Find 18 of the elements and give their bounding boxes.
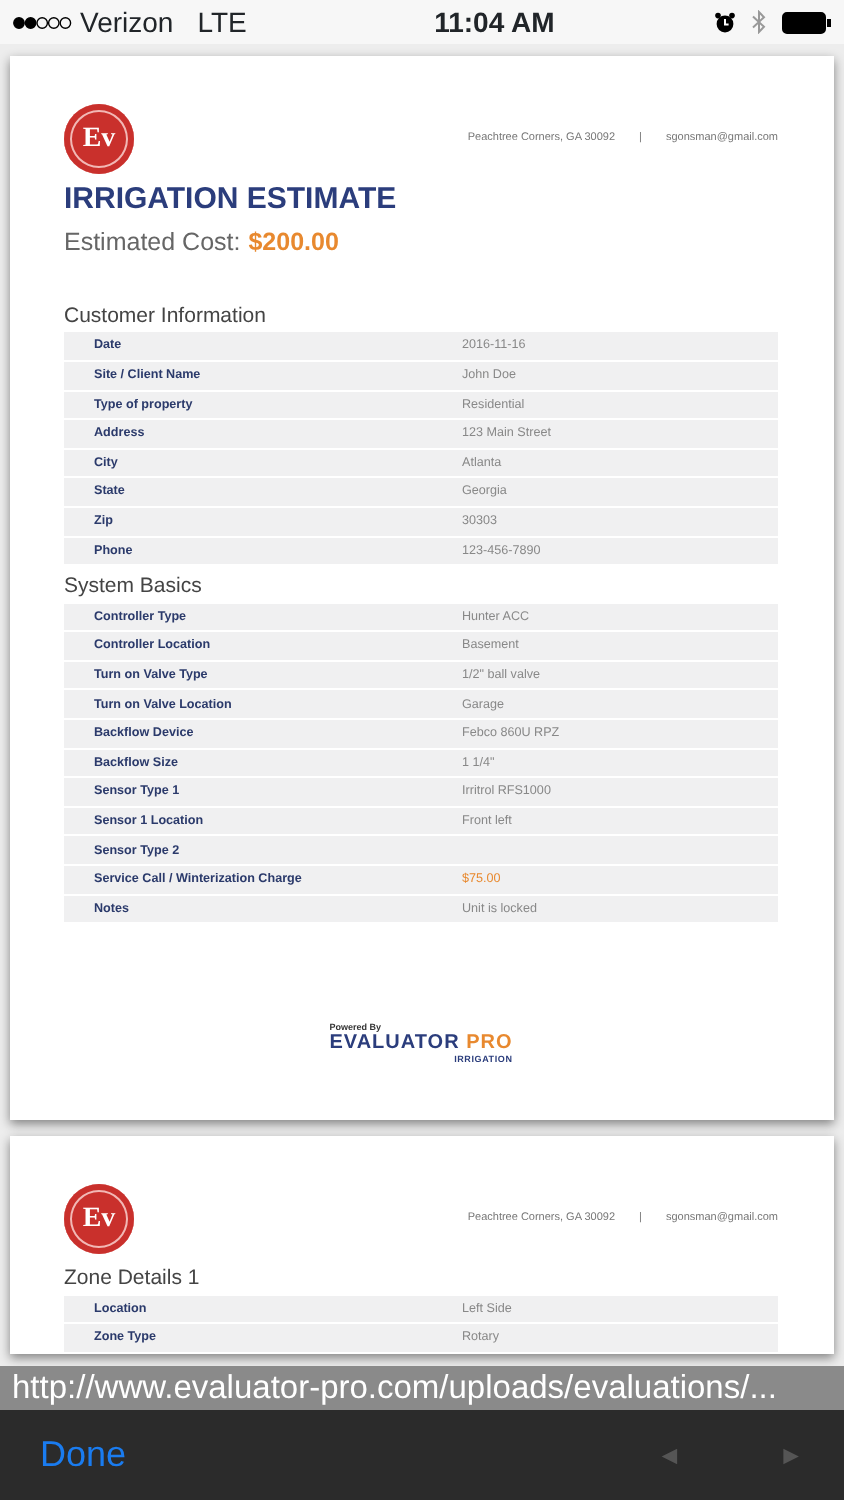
- section-heading: System Basics: [64, 574, 204, 600]
- document-title: IRRIGATION ESTIMATE: [64, 182, 399, 218]
- alarm-clock-icon: [714, 11, 736, 33]
- signal-icon: [12, 15, 72, 29]
- url-bar: http://www.evaluator-pro.com/uploads/evaluations/...: [0, 1366, 844, 1410]
- bluetooth-icon: [752, 10, 766, 34]
- cost-label: Estimated Cost:: [64, 226, 241, 260]
- cost-value: $200.00: [248, 226, 339, 260]
- logo-badge: Ev: [64, 104, 134, 174]
- network-type: LTE: [197, 3, 247, 41]
- brand-logo-text: EVALUATOR PRO: [329, 1034, 513, 1055]
- section-heading: Customer Information: [64, 303, 268, 329]
- status-time: 11:04 AM: [434, 3, 555, 41]
- logo-badge: Ev: [64, 1184, 134, 1254]
- done-button[interactable]: Done: [40, 1428, 127, 1482]
- battery-icon: [782, 11, 832, 33]
- carrier-name: Verizon: [80, 3, 174, 41]
- section-heading: Zone Details 1: [64, 1266, 202, 1292]
